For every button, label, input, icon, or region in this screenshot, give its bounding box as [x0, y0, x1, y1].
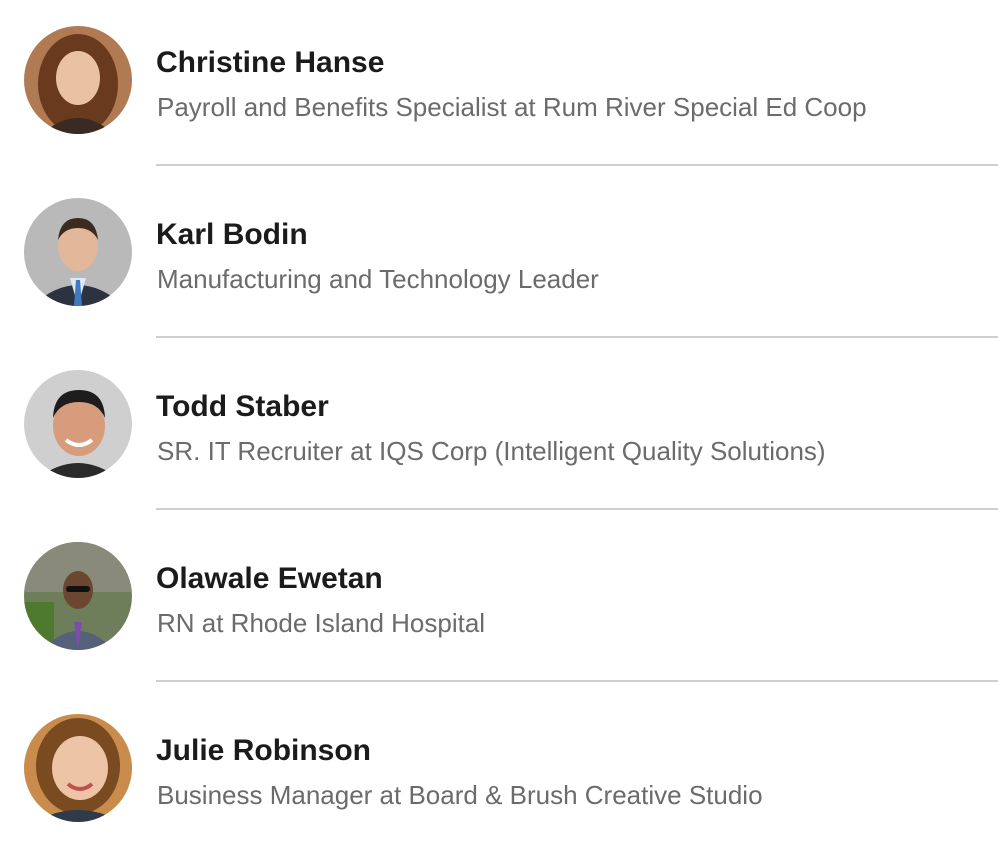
- avatar[interactable]: [24, 542, 132, 650]
- person-item-julie-robinson[interactable]: Julie Robinson Business Manager at Board…: [0, 688, 998, 841]
- person-headline: Payroll and Benefits Specialist at Rum R…: [157, 92, 867, 122]
- person-headline: SR. IT Recruiter at IQS Corp (Intelligen…: [157, 436, 826, 466]
- person-headline: Manufacturing and Technology Leader: [157, 264, 599, 294]
- person-name[interactable]: Christine Hanse: [156, 44, 384, 82]
- avatar[interactable]: [24, 198, 132, 306]
- people-list: Christine Hanse Payroll and Benefits Spe…: [0, 0, 998, 841]
- person-item-todd-staber[interactable]: Todd Staber SR. IT Recruiter at IQS Corp…: [0, 344, 998, 516]
- person-photo-icon: [24, 542, 132, 650]
- person-headline: Business Manager at Board & Brush Creati…: [157, 780, 763, 810]
- divider: [156, 164, 998, 166]
- person-photo-icon: [24, 26, 132, 134]
- person-name[interactable]: Olawale Ewetan: [156, 560, 383, 598]
- avatar[interactable]: [24, 26, 132, 134]
- person-item-christine-hanse[interactable]: Christine Hanse Payroll and Benefits Spe…: [0, 0, 998, 172]
- person-name[interactable]: Karl Bodin: [156, 216, 308, 254]
- divider: [156, 680, 998, 682]
- divider: [156, 336, 998, 338]
- person-photo-icon: [24, 370, 132, 478]
- person-item-karl-bodin[interactable]: Karl Bodin Manufacturing and Technology …: [0, 172, 998, 344]
- avatar[interactable]: [24, 370, 132, 478]
- person-name[interactable]: Todd Staber: [156, 388, 329, 426]
- person-photo-icon: [24, 714, 132, 822]
- person-headline: RN at Rhode Island Hospital: [157, 608, 486, 638]
- person-item-olawale-ewetan[interactable]: Olawale Ewetan RN at Rhode Island Hospit…: [0, 516, 998, 688]
- person-photo-icon: [24, 198, 132, 306]
- divider: [156, 508, 998, 510]
- person-name[interactable]: Julie Robinson: [156, 732, 371, 770]
- avatar[interactable]: [24, 714, 132, 822]
